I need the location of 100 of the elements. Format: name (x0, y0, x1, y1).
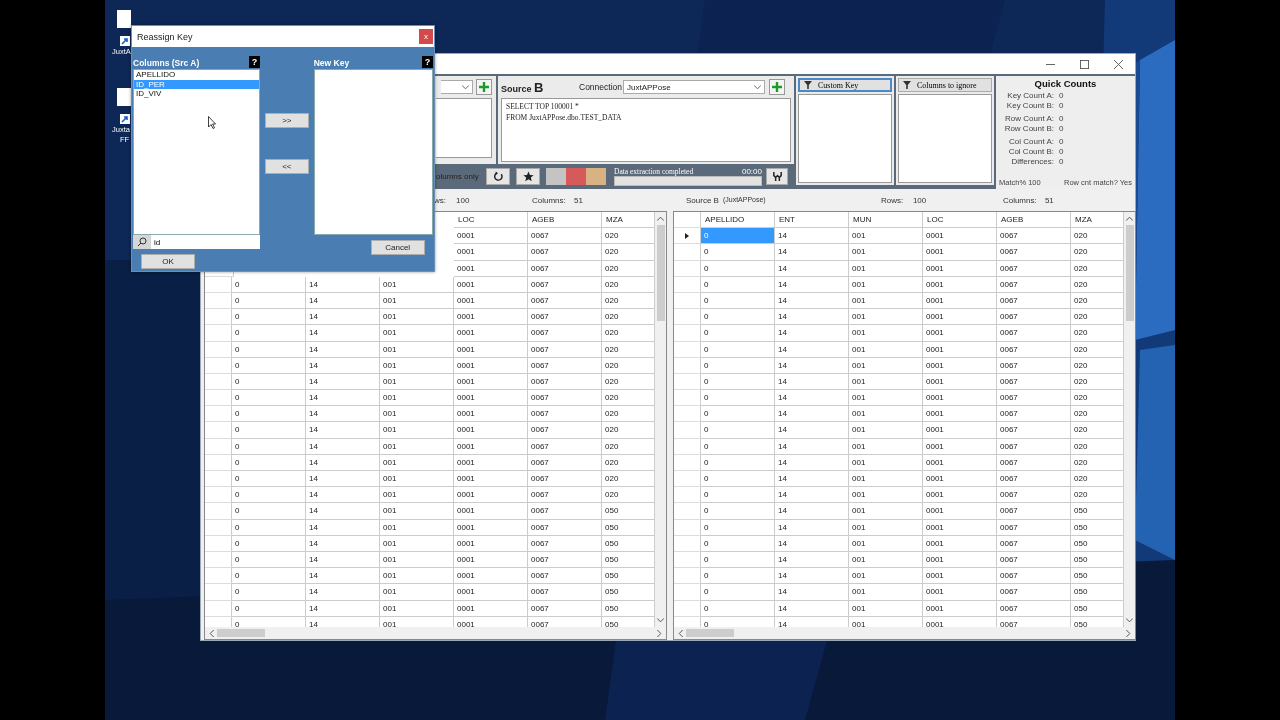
scroll-left-icon[interactable] (209, 629, 214, 637)
count-value: 0 (1059, 124, 1064, 134)
cancel-button[interactable]: Cancel (370, 240, 425, 255)
rows-count: 100 (456, 195, 471, 205)
help-button[interactable]: ? (422, 56, 433, 68)
table-cell: 0067 (528, 373, 602, 391)
table-cell: 0 (232, 276, 306, 293)
filter-icon (903, 81, 911, 89)
scrollbar-thumb[interactable] (1125, 225, 1134, 321)
table-cell: 0 (701, 551, 775, 569)
scrollbar-thumb[interactable] (686, 629, 734, 637)
table-cell: 0067 (528, 228, 602, 245)
help-button[interactable]: ? (249, 56, 260, 68)
table-cell: 0 (701, 422, 775, 439)
add-connection-button[interactable] (476, 79, 492, 95)
color-swatch[interactable] (586, 167, 606, 185)
filter-list[interactable] (798, 94, 892, 183)
table-cell: 0 (232, 341, 306, 358)
scroll-up-icon[interactable] (657, 216, 664, 221)
remove-button[interactable]: << (264, 159, 309, 174)
table-cell: 0001 (454, 228, 528, 245)
table-cell: 001 (380, 373, 454, 391)
settings-button[interactable] (766, 167, 788, 185)
table-cell: 0067 (528, 422, 602, 439)
columns-list[interactable]: APELLIDO ID_PER ID_VIV (133, 69, 260, 235)
app-icon[interactable] (117, 10, 131, 28)
vertical-scrollbar[interactable] (1124, 212, 1135, 627)
filter-tab[interactable]: Custom Key (798, 78, 892, 92)
table-cell: 14 (775, 422, 849, 439)
table-cell: 001 (380, 471, 454, 488)
horizontal-scrollbar[interactable] (205, 627, 666, 639)
color-swatch[interactable] (546, 167, 566, 185)
refresh-button[interactable] (486, 167, 510, 185)
horizontal-scrollbar[interactable] (674, 627, 1135, 639)
table-cell: 0 (701, 357, 775, 374)
table-cell: 0001 (923, 568, 997, 585)
fork-icon (771, 170, 783, 182)
table-cell: 0001 (454, 584, 528, 601)
table-cell: 0001 (923, 454, 997, 471)
table-cell: 001 (380, 390, 454, 407)
app-icon[interactable] (117, 88, 131, 106)
table-cell: 14 (306, 551, 380, 569)
scroll-right-icon[interactable] (657, 629, 662, 637)
column-header[interactable]: AGEB (997, 212, 1071, 229)
search-icon (133, 235, 151, 249)
add-button[interactable]: >> (264, 113, 309, 128)
table-cell: 001 (849, 276, 923, 293)
scroll-right-icon[interactable] (1126, 629, 1131, 637)
list-item[interactable]: APELLIDO (134, 70, 259, 80)
table-cell: 0001 (454, 438, 528, 455)
table-cell: 14 (306, 471, 380, 488)
table-cell: 001 (380, 406, 454, 423)
column-header[interactable]: AGEB (528, 212, 602, 229)
query-editor[interactable] (436, 98, 492, 158)
table-cell: 001 (849, 600, 923, 617)
count-label: Row Count A: (1004, 114, 1054, 124)
search-field[interactable]: id (151, 235, 260, 249)
table-cell: 001 (380, 357, 454, 374)
table-cell: 0001 (454, 309, 528, 326)
table-cell: 0001 (923, 600, 997, 617)
scroll-down-icon[interactable] (657, 618, 664, 623)
scrollbar-thumb[interactable] (656, 225, 665, 321)
table-cell: 0001 (923, 503, 997, 520)
table-cell: 14 (775, 568, 849, 585)
connection-label: Connection (579, 82, 623, 92)
favorite-button[interactable] (516, 167, 540, 185)
scroll-down-icon[interactable] (1126, 618, 1133, 623)
column-header[interactable]: LOC (454, 212, 528, 229)
rows-label: Rows: (880, 195, 905, 205)
connection-dropdown[interactable] (441, 80, 473, 94)
table-cell: 14 (306, 309, 380, 326)
close-button[interactable]: x (419, 29, 433, 44)
table-cell: 14 (775, 276, 849, 293)
caret-icon (462, 84, 469, 90)
count-label: Differences: (1010, 157, 1054, 167)
color-swatch[interactable] (566, 167, 586, 185)
scrollbar-thumb[interactable] (217, 629, 265, 637)
new-key-list[interactable] (313, 69, 433, 235)
scroll-up-icon[interactable] (1126, 216, 1133, 221)
table-cell: 14 (306, 535, 380, 552)
scroll-left-icon[interactable] (678, 629, 683, 637)
add-connection-button[interactable] (769, 79, 785, 95)
filter-list[interactable] (898, 94, 992, 183)
vertical-scrollbar[interactable] (655, 212, 666, 627)
column-header[interactable]: MUN (849, 212, 923, 229)
table-cell: 001 (380, 487, 454, 504)
connection-dropdown[interactable]: JuxtAPPose (623, 80, 765, 94)
table-cell: 001 (849, 228, 923, 245)
table-cell: 0 (701, 276, 775, 293)
table-cell: 001 (380, 584, 454, 601)
list-item[interactable]: ID_VIV (134, 89, 259, 99)
column-header[interactable]: LOC (923, 212, 997, 229)
column-header[interactable]: ENT (775, 212, 849, 229)
table-cell: 0067 (528, 292, 602, 310)
table-cell: 001 (849, 471, 923, 488)
filter-tab[interactable]: Columns to ignore (898, 78, 992, 92)
ok-button[interactable]: OK (141, 254, 195, 269)
count-value: 0 (1059, 137, 1064, 147)
table-cell: 0001 (454, 341, 528, 358)
quick-counts-title: Quick Counts (1033, 78, 1098, 89)
